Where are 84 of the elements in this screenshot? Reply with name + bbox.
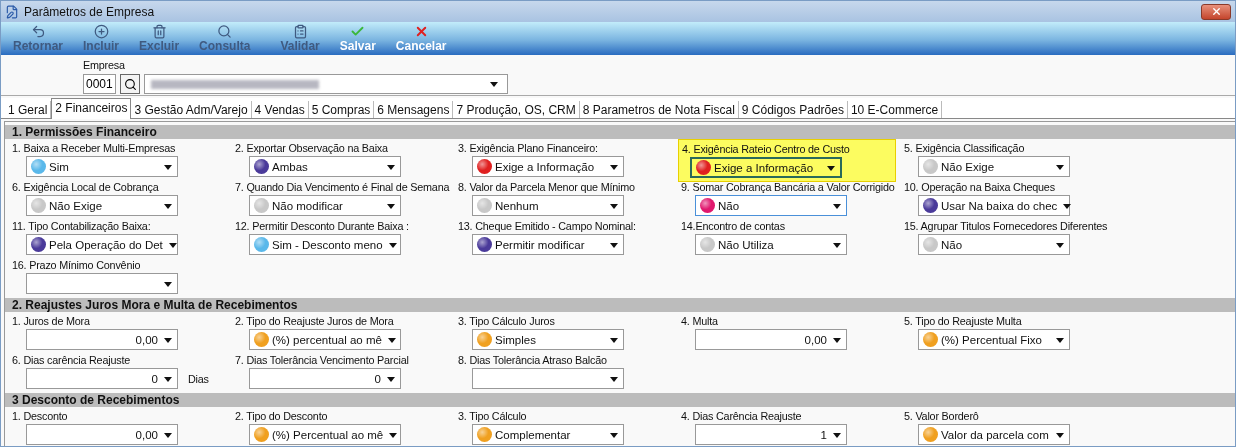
- field-label: 3. Exigência Plano Financeiro:: [458, 141, 598, 155]
- tab[interactable]: 7 Produção, OS, CRM: [453, 101, 580, 118]
- dropdown[interactable]: Não Exige: [26, 195, 178, 216]
- field-label: 5. Exigência Classificação: [904, 141, 1025, 155]
- dropdown[interactable]: [26, 273, 178, 294]
- field-label: 4. Multa: [681, 314, 718, 328]
- dropdown[interactable]: Permitir modificar: [472, 234, 624, 255]
- field-label: 4. Exigência Rateio Centro de Custo: [682, 142, 851, 156]
- field-label: Empresa: [83, 58, 126, 73]
- dropdown[interactable]: Nenhum: [472, 195, 624, 216]
- field-label: 13. Cheque Emitido - Campo Nominal:: [458, 219, 636, 233]
- dropdown[interactable]: Sim - Desconto meno: [249, 234, 401, 255]
- section-header: 2. Reajustes Juros Mora e Multa de Recebimentos: [5, 298, 1235, 312]
- field-label: 2. Tipo do Desconto: [235, 409, 328, 423]
- field-label: 8. Dias Tolerância Atraso Balcão: [458, 353, 607, 367]
- tab[interactable]: 8 Parametros de Nota Fiscal: [579, 101, 739, 118]
- tab[interactable]: 4 Vendas: [251, 101, 309, 118]
- dropdown[interactable]: Não: [695, 195, 847, 216]
- field-label: 5. Valor Borderô: [904, 409, 979, 423]
- dropdown[interactable]: Exige a Informação: [690, 157, 842, 178]
- field-label: 5. Tipo do Reajuste Multa: [904, 314, 1022, 328]
- field-label: 1. Desconto: [12, 409, 68, 423]
- section-header: 3 Desconto de Recebimentos: [5, 393, 1235, 407]
- section-header: 1. Permissões Financeiro: [5, 125, 1235, 139]
- search-icon: [217, 24, 233, 40]
- field-label: 9. Somar Cobrança Bancária a Valor Corrigido: [681, 180, 895, 194]
- dropdown[interactable]: (%) Percentual ao mê: [249, 424, 401, 445]
- tab[interactable]: 6 Mensagens: [374, 101, 454, 118]
- unit-label: Dias: [188, 371, 209, 386]
- field-label: 12. Permitir Desconto Durante Baixa :: [235, 219, 409, 233]
- tab[interactable]: 9 Códigos Padrões: [738, 101, 848, 118]
- field-label: 2. Tipo do Reajuste Juros de Mora: [235, 314, 394, 328]
- dropdown[interactable]: [472, 368, 624, 389]
- field-label: 4. Dias Carência Reajuste: [681, 409, 802, 423]
- field-label: 14.Encontro de contas: [681, 219, 785, 233]
- clipboard-icon: [292, 24, 308, 40]
- dropdown[interactable]: Exige a Informação: [472, 156, 624, 177]
- search-icon: [123, 77, 137, 91]
- field-label: 7. Quando Dia Vencimento é Final de Semana: [235, 180, 450, 194]
- field-label: 16. Prazo Mínimo Convênio: [12, 258, 141, 272]
- dropdown[interactable]: Sim: [26, 156, 178, 177]
- dropdown[interactable]: Complementar: [472, 424, 624, 445]
- number-field[interactable]: 0,00: [26, 329, 178, 350]
- dropdown[interactable]: Não modificar: [249, 195, 401, 216]
- dropdown[interactable]: Não Utiliza: [695, 234, 847, 255]
- field-label: 1. Juros de Mora: [12, 314, 90, 328]
- tab[interactable]: 3 Gestão Adm/Varejo: [131, 101, 252, 118]
- field-label: 8. Valor da Parcela Menor que Mínimo: [458, 180, 635, 194]
- field-label: 1. Baixa a Receber Multi-Empresas: [12, 141, 176, 155]
- tab[interactable]: 10 E-Commerce: [847, 101, 943, 118]
- field-label: 6. Exigência Local de Cobrança: [12, 180, 159, 194]
- dropdown[interactable]: Pela Operação do Det: [26, 234, 178, 255]
- tab[interactable]: 5 Compras: [308, 101, 375, 118]
- plus-circle-icon: [93, 24, 109, 40]
- field-label: 6. Dias carência Reajuste: [12, 353, 131, 367]
- dropdown[interactable]: Valor da parcela com: [918, 424, 1070, 445]
- field-label: 15. Agrupar Titulos Fornecedores Diferentes: [904, 219, 1108, 233]
- number-field[interactable]: 0: [26, 368, 178, 389]
- trash-icon: [151, 24, 167, 40]
- field-label: 3. Tipo Cálculo Juros: [458, 314, 555, 328]
- field-label: 7. Dias Tolerância Vencimento Parcial: [235, 353, 409, 367]
- window-title: Parâmetros de Empresa: [24, 4, 156, 19]
- form-icon: [5, 4, 19, 19]
- number-field[interactable]: 1: [695, 424, 847, 445]
- dropdown[interactable]: (%) percentual ao mê: [249, 329, 401, 350]
- tab[interactable]: 2 Financeiros: [51, 98, 132, 119]
- field-label: 11. Tipo Contabilização Baixa:: [12, 219, 151, 233]
- number-field[interactable]: 0: [249, 368, 401, 389]
- dropdown[interactable]: Não Exige: [918, 156, 1070, 177]
- dropdown[interactable]: (%) Percentual Fixo: [918, 329, 1070, 350]
- code-field[interactable]: 0001: [83, 74, 116, 95]
- dropdown[interactable]: Ambas: [249, 156, 401, 177]
- dropdown[interactable]: Usar Na baixa do chec: [918, 195, 1070, 216]
- dropdown[interactable]: Não: [918, 234, 1070, 255]
- search-button[interactable]: [120, 74, 140, 95]
- close-icon: [1210, 6, 1222, 18]
- number-field[interactable]: 0,00: [695, 329, 847, 350]
- undo-icon: [30, 24, 46, 40]
- field-label: 3. Tipo Cálculo: [458, 409, 527, 423]
- number-field[interactable]: 0,00: [26, 424, 178, 445]
- close-button[interactable]: [1201, 3, 1231, 20]
- field-label: 10. Operação na Baixa Cheques: [904, 180, 1055, 194]
- field-label: 2. Exportar Observação na Baixa: [235, 141, 388, 155]
- dropdown[interactable]: Simples: [472, 329, 624, 350]
